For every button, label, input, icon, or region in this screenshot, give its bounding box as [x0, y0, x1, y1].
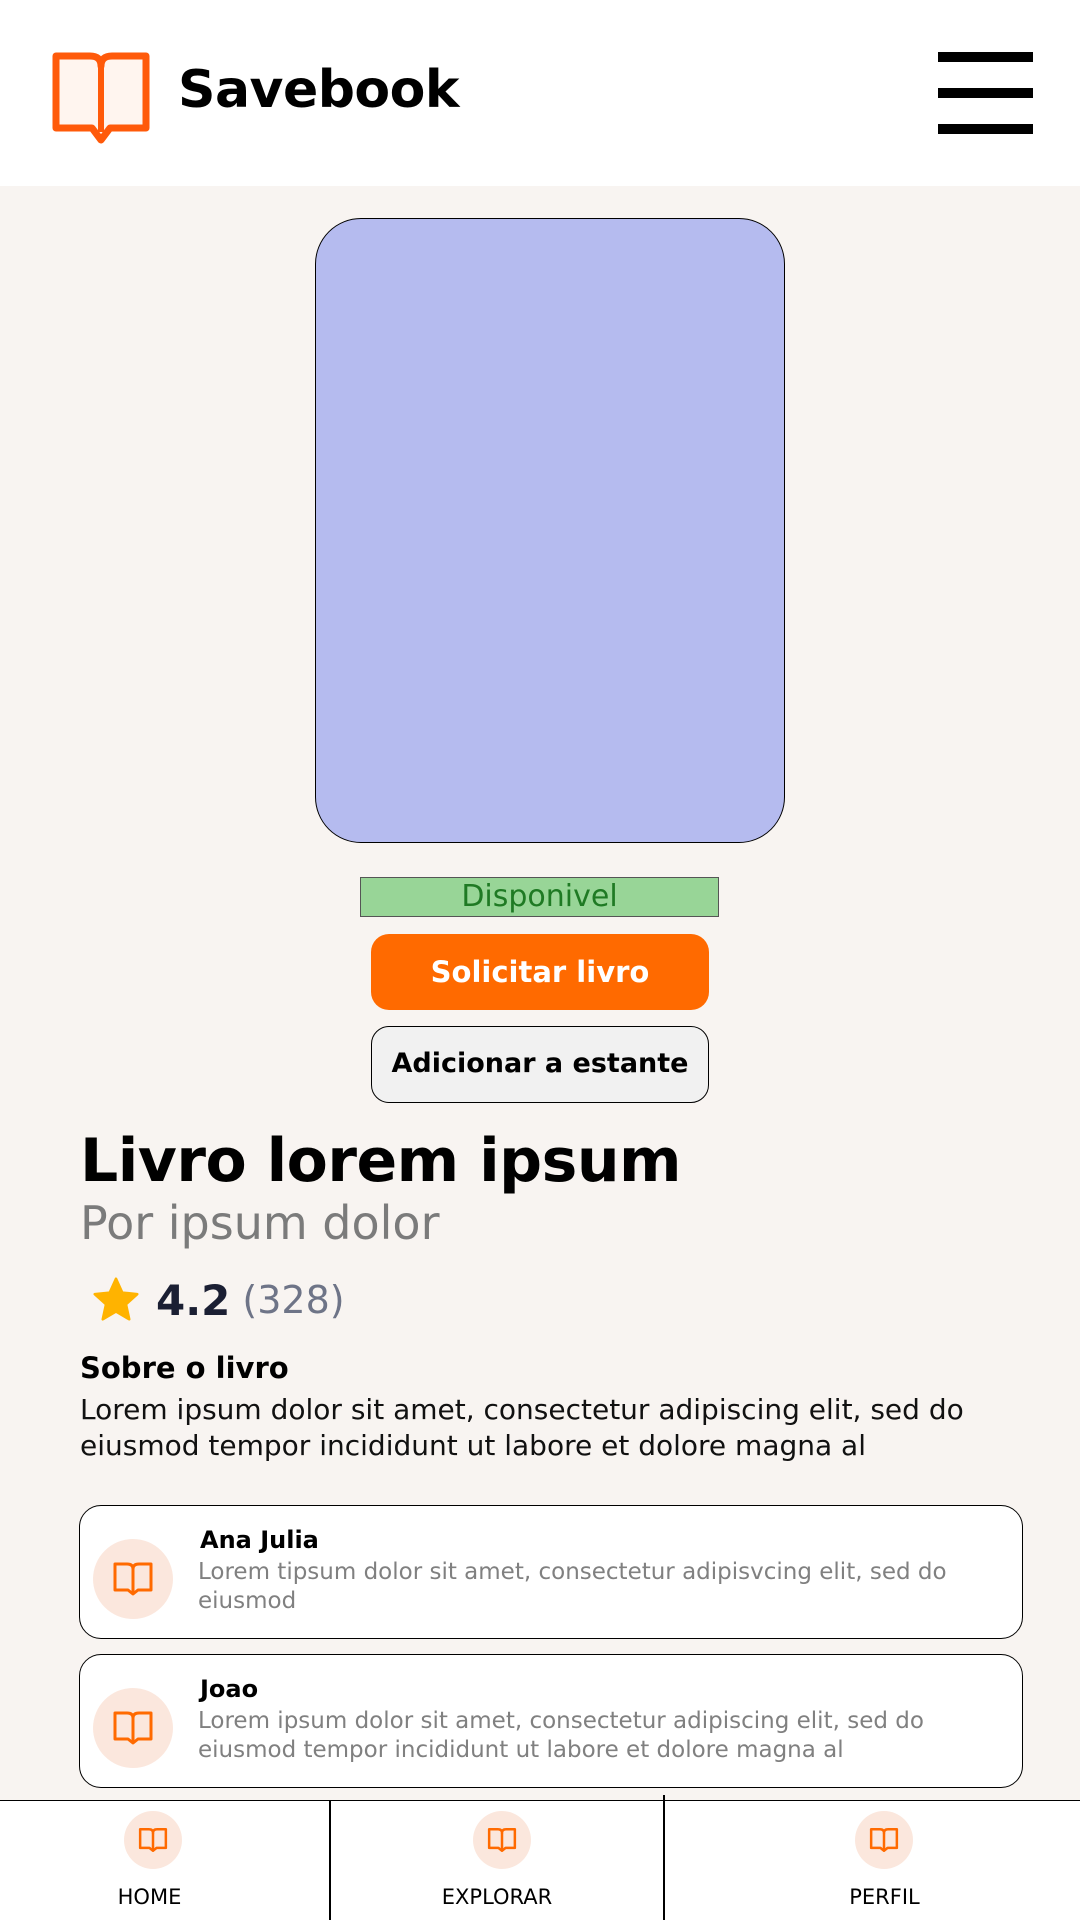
comment-text: Lorem tipsum dolor sit amet, consectetur…	[198, 1559, 947, 1614]
rating-count: (328)	[242, 1278, 345, 1322]
book-icon	[93, 1539, 173, 1619]
comment-author: Ana Julia	[200, 1526, 319, 1554]
comment-text: Lorem ipsum dolor sit amet, consectetur …	[198, 1708, 924, 1763]
rating-value: 4.2	[156, 1275, 231, 1325]
nav-label: HOME	[117, 1885, 182, 1909]
comment-card[interactable]: Joao Lorem ipsum dolor sit amet, consect…	[79, 1654, 1023, 1788]
availability-badge: Disponivel	[360, 877, 719, 917]
comment-card[interactable]: Ana Julia Lorem tipsum dolor sit amet, c…	[79, 1505, 1023, 1639]
nav-item-explorar[interactable]: EXPLORAR	[331, 1801, 663, 1920]
book-icon	[93, 1688, 173, 1768]
about-text: Lorem ipsum dolor sit amet, consectetur …	[80, 1393, 964, 1462]
comment-author: Joao	[200, 1675, 259, 1703]
book-detail-page: Savebook Disponivel Solicitar livro Adic…	[0, 0, 1080, 1920]
add-to-shelf-button[interactable]: Adicionar a estante	[371, 1026, 709, 1103]
book-icon	[473, 1811, 531, 1869]
hamburger-menu-icon[interactable]	[938, 52, 1033, 134]
book-cover	[315, 218, 785, 843]
book-icon	[855, 1811, 913, 1869]
nav-label: EXPLORAR	[441, 1885, 553, 1909]
app-header: Savebook	[0, 0, 1080, 186]
book-author: Por ipsum dolor	[80, 1196, 440, 1250]
nav-item-home[interactable]: HOME	[0, 1801, 329, 1920]
bottom-nav: HOME EXPLORAR PERFIL	[0, 1795, 1080, 1920]
star-icon	[93, 1277, 139, 1321]
nav-item-perfil[interactable]: PERFIL	[665, 1801, 1080, 1920]
about-heading: Sobre o livro	[80, 1351, 289, 1385]
open-book-icon[interactable]	[50, 50, 152, 146]
book-title: Livro lorem ipsum	[80, 1126, 682, 1196]
book-icon	[124, 1811, 182, 1869]
rating: 4.2 (328)	[90, 1270, 345, 1330]
request-book-button[interactable]: Solicitar livro	[371, 934, 709, 1010]
nav-label: PERFIL	[849, 1885, 920, 1909]
brand-name: Savebook	[178, 60, 459, 120]
